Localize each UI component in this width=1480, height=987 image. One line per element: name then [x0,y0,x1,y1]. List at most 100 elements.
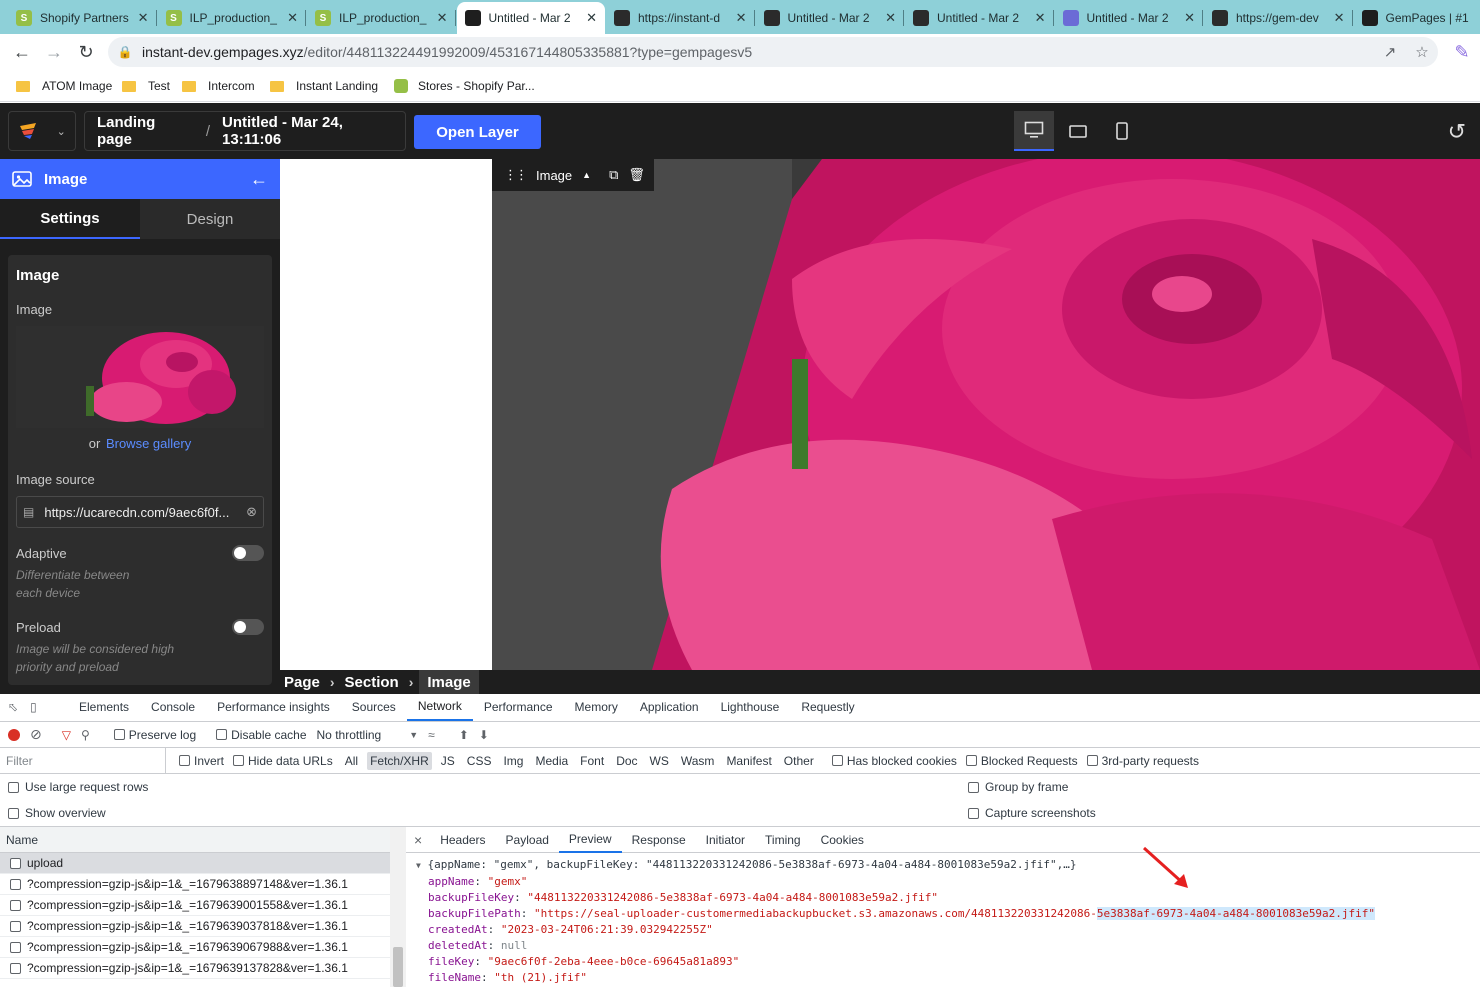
filter-icon[interactable]: ▽ [62,728,71,742]
bookmark-atom-image[interactable]: ATOM Image [16,76,112,96]
page-breadcrumb[interactable]: Landing page / Untitled - Mar 24, 13:11:… [84,111,406,151]
extension-pen-icon[interactable]: ✎ [1450,40,1474,64]
preserve-log-option[interactable]: Preserve log [114,728,196,742]
close-icon[interactable]: ✕ [586,10,597,26]
third-party-requests-checkbox[interactable] [1087,755,1098,766]
bookmark-intercom[interactable]: Intercom [182,76,255,96]
request-row[interactable]: upload [0,853,390,874]
close-icon[interactable]: ✕ [287,10,298,26]
close-icon[interactable]: ✕ [1184,10,1195,26]
image-source-input[interactable]: ▤ https://ucarecdn.com/9aec6f0f... ⊗ [16,496,264,528]
browser-tab[interactable]: Untitled - Mar 2✕ [905,2,1054,34]
dropdown-caret-icon[interactable]: ▼ [409,730,418,740]
close-icon[interactable]: × [414,832,422,848]
devtools-tab[interactable]: Lighthouse [710,693,791,721]
name-column-header[interactable]: Name [6,833,38,847]
device-toolbar-icon[interactable]: ▯ [30,700,37,714]
type-filter[interactable]: Other [781,752,817,770]
close-icon[interactable]: ✕ [138,10,149,26]
preview-field-row[interactable]: fileName: "th (21).jfif" [428,970,1375,986]
type-filter[interactable]: Img [500,752,526,770]
close-icon[interactable]: ✕ [437,10,448,26]
disable-cache-checkbox[interactable] [216,729,227,740]
trash-icon[interactable]: 🗑 [628,167,645,183]
group-by-frame-option[interactable]: Group by frame [968,774,1068,800]
back-arrow-icon[interactable]: ← [10,40,34,64]
browser-tab[interactable]: SShopify Partners✕ [8,2,157,34]
devtools-tab[interactable]: Console [140,693,206,721]
type-filter[interactable]: CSS [464,752,495,770]
devtools-tab[interactable]: Network [407,693,473,721]
upload-icon[interactable]: ⬆ [459,728,469,742]
preload-toggle[interactable] [232,619,264,635]
type-filter[interactable]: WS [647,752,672,770]
wifi-settings-icon[interactable]: ≈ [428,728,435,742]
devtools-tab[interactable]: Performance [473,693,564,721]
download-icon[interactable]: ⬇ [479,728,489,742]
caret-up-icon[interactable]: ▲ [582,170,591,180]
invert-option[interactable]: Invert [179,754,224,768]
throttling-select[interactable]: No throttling [317,728,382,742]
brand-menu-button[interactable]: ⌄ [8,111,76,151]
type-filter[interactable]: Media [532,752,571,770]
preview-summary-row[interactable]: ▼ {appName: "gemx", backupFileKey: "4481… [416,857,1375,874]
hide-data-urls-checkbox[interactable] [233,755,244,766]
detail-tab[interactable]: Response [622,827,696,853]
expand-triangle-icon[interactable]: ▼ [416,861,421,870]
search-icon[interactable]: ⚲ [81,728,90,742]
crumb-page[interactable]: Page [280,674,324,691]
request-row[interactable]: ?compression=gzip-js&ip=1&_=167963903781… [0,916,390,937]
reload-icon[interactable]: ↻ [74,40,98,64]
browser-tab[interactable]: Untitled - Mar 2✕ [1055,2,1204,34]
detail-tab[interactable]: Preview [559,827,622,853]
back-arrow-icon[interactable]: ← [250,169,268,190]
preview-field-row[interactable]: backupFileKey: "448113220331242086-5e383… [428,890,1375,906]
adaptive-toggle[interactable] [232,545,264,561]
clear-icon[interactable]: ⊗ [246,504,257,520]
request-row[interactable]: ?compression=gzip-js&ip=1&_=167963906798… [0,937,390,958]
browser-tab[interactable]: Untitled - Mar 2✕ [756,2,905,34]
blocked-requests-checkbox[interactable] [966,755,977,766]
detail-tab[interactable]: Headers [430,827,495,853]
devtools-tab[interactable]: Application [629,693,710,721]
type-filter[interactable]: All [342,752,361,770]
crumb-section[interactable]: Section [341,674,403,691]
canvas-image-element[interactable] [492,159,1480,670]
preserve-log-checkbox[interactable] [114,729,125,740]
close-icon[interactable]: ✕ [736,10,747,26]
close-icon[interactable]: ✕ [1334,10,1345,26]
tab-design[interactable]: Design [140,199,280,239]
type-filter[interactable]: JS [438,752,458,770]
record-icon[interactable] [8,729,20,741]
devtools-tab[interactable]: Requestly [790,693,865,721]
browser-tab[interactable]: GemPages | #1✕ [1354,2,1480,34]
hide-data-urls-option[interactable]: Hide data URLs [233,754,333,768]
type-filter[interactable]: Fetch/XHR [367,752,432,770]
address-bar[interactable]: 🔒 instant-dev.gempages.xyz/editor/448113… [108,37,1438,67]
detail-tab[interactable]: Payload [496,827,559,853]
capture-screenshots-checkbox[interactable] [968,808,979,819]
devtools-tab[interactable]: Performance insights [206,693,341,721]
undo-icon[interactable]: ↺ [1448,119,1466,145]
preview-field-row[interactable]: deletedAt: null [428,938,1375,954]
browser-tab[interactable]: Untitled - Mar 2✕ [457,2,606,34]
preview-field-row[interactable]: appName: "gemx" [428,874,1375,890]
invert-checkbox[interactable] [179,755,190,766]
share-icon[interactable]: ↗ [1374,43,1406,61]
filter-input[interactable]: Filter [0,748,166,774]
duplicate-icon[interactable]: ⧉ [609,167,618,183]
preview-field-row[interactable]: backupFilePath: "https://seal-uploader-c… [428,906,1375,922]
bookmark-instant-landing[interactable]: Instant Landing [270,76,378,96]
drag-handle-icon[interactable]: ⋮⋮ [504,167,526,183]
tablet-view-button[interactable] [1058,111,1098,151]
blocked-requests-option[interactable]: Blocked Requests [966,754,1078,768]
mobile-view-button[interactable] [1102,111,1142,151]
request-row[interactable]: ?compression=gzip-js&ip=1&_=167963900155… [0,895,390,916]
preview-field-row[interactable]: createdAt: "2023-03-24T06:21:39.03294225… [428,922,1375,938]
close-icon[interactable]: ✕ [885,10,896,26]
open-layer-button[interactable]: Open Layer [414,115,541,149]
detail-tab[interactable]: Cookies [811,827,874,853]
bookmark-stores-shopify[interactable]: Stores - Shopify Par... [394,76,535,96]
detail-tab[interactable]: Timing [755,827,811,853]
type-filter[interactable]: Doc [613,752,640,770]
